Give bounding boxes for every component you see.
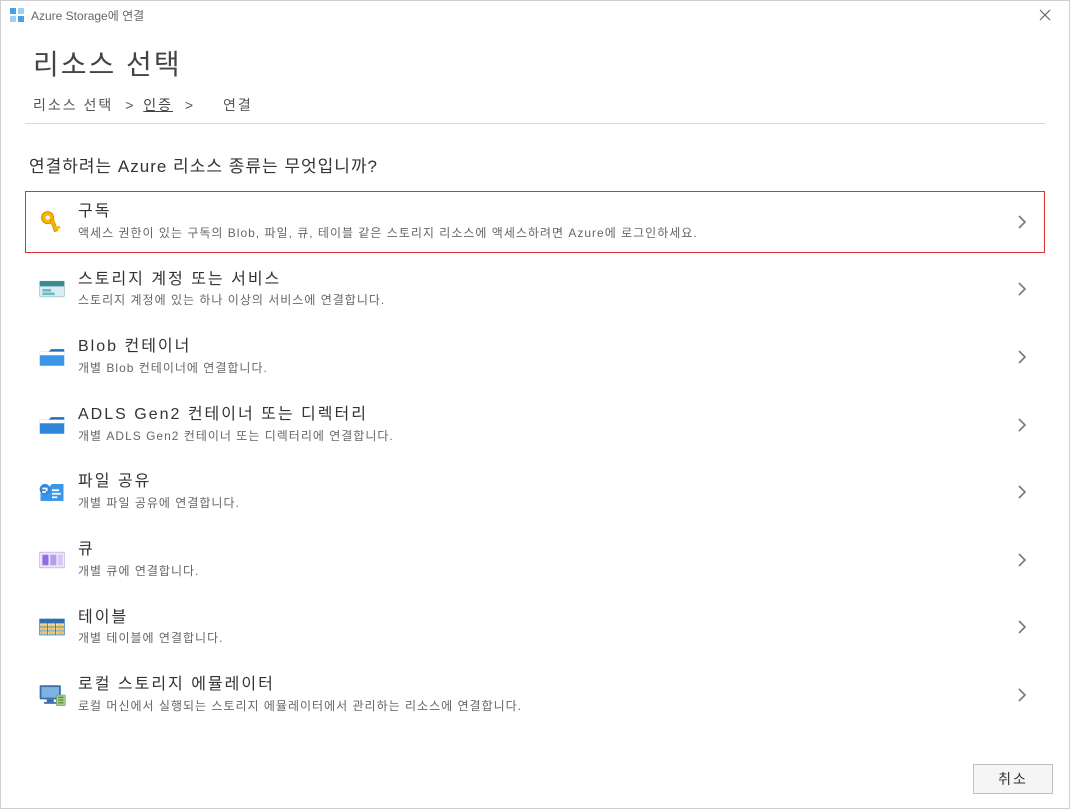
options-list: 구독액세스 권한이 있는 구독의 Blob, 파일, 큐, 테이블 같은 스토리… [25,191,1045,742]
chevron-right-icon [1010,619,1034,635]
breadcrumb-step-resource: 리소스 선택 [33,97,113,113]
dialog-window: Azure Storage에 연결 리소스 선택 리소스 선택 > 인증 > 연… [0,0,1070,809]
footer: 취소 [1,754,1069,808]
breadcrumb: 리소스 선택 > 인증 > 연결 [25,89,1045,124]
option-title: Blob 컨테이너 [78,337,1010,358]
window-title: Azure Storage에 연결 [31,7,144,24]
key-icon [32,205,72,239]
chevron-right-icon [1010,484,1034,500]
option-text: 테이블개별 테이블에 연결합니다. [78,608,1010,648]
option-text: 로컬 스토리지 에뮬레이터로컬 머신에서 실행되는 스토리지 에뮬레이터에서 관… [78,675,1010,715]
option-title: 구독 [78,202,1010,223]
option-adls-gen2[interactable]: ADLS Gen2 컨테이너 또는 디렉터리개별 ADLS Gen2 컨테이너 … [25,394,1045,456]
breadcrumb-sep: > [185,97,195,113]
cancel-button[interactable]: 취소 [973,764,1053,794]
content-area: 리소스 선택 리소스 선택 > 인증 > 연결 연결하려는 Azure 리소스 … [1,29,1069,754]
option-desc: 개별 큐에 연결합니다. [78,563,1010,580]
option-desc: 개별 테이블에 연결합니다. [78,630,1010,647]
close-icon[interactable] [1029,1,1061,29]
file-share-icon [32,475,72,509]
option-file-share[interactable]: 파일 공유개별 파일 공유에 연결합니다. [25,461,1045,523]
page-title: 리소스 선택 [33,43,1045,83]
table-icon [32,610,72,644]
option-title: 테이블 [78,608,1010,629]
option-text: 구독액세스 권한이 있는 구독의 Blob, 파일, 큐, 테이블 같은 스토리… [78,202,1010,242]
folder-adls-icon [32,408,72,442]
option-desc: 개별 파일 공유에 연결합니다. [78,495,1010,512]
option-text: Blob 컨테이너개별 Blob 컨테이너에 연결합니다. [78,337,1010,377]
option-title: ADLS Gen2 컨테이너 또는 디렉터리 [78,405,1010,426]
option-desc: 액세스 권한이 있는 구독의 Blob, 파일, 큐, 테이블 같은 스토리지 … [78,225,1010,242]
option-blob-container[interactable]: Blob 컨테이너개별 Blob 컨테이너에 연결합니다. [25,326,1045,388]
option-desc: 개별 ADLS Gen2 컨테이너 또는 디렉터리에 연결합니다. [78,428,1010,445]
monitor-icon [32,678,72,712]
folder-blue-icon [32,340,72,374]
chevron-right-icon [1010,349,1034,365]
storage-icon [32,272,72,306]
option-desc: 스토리지 계정에 있는 하나 이상의 서비스에 연결합니다. [78,292,1010,309]
chevron-right-icon [1010,687,1034,703]
chevron-right-icon [1010,214,1034,230]
chevron-right-icon [1010,281,1034,297]
option-text: 파일 공유개별 파일 공유에 연결합니다. [78,472,1010,512]
option-text: 큐개별 큐에 연결합니다. [78,540,1010,580]
option-desc: 로컬 머신에서 실행되는 스토리지 에뮬레이터에서 관리하는 리소스에 연결합니… [78,698,1010,715]
breadcrumb-sep: > [125,97,135,113]
section-question: 연결하려는 Azure 리소스 종류는 무엇입니까? [29,152,1045,177]
option-title: 큐 [78,540,1010,561]
option-queue[interactable]: 큐개별 큐에 연결합니다. [25,529,1045,591]
option-text: 스토리지 계정 또는 서비스스토리지 계정에 있는 하나 이상의 서비스에 연결… [78,270,1010,310]
option-table[interactable]: 테이블개별 테이블에 연결합니다. [25,597,1045,659]
option-local-emulator[interactable]: 로컬 스토리지 에뮬레이터로컬 머신에서 실행되는 스토리지 에뮬레이터에서 관… [25,664,1045,726]
option-subscription[interactable]: 구독액세스 권한이 있는 구독의 Blob, 파일, 큐, 테이블 같은 스토리… [25,191,1045,253]
queue-icon [32,543,72,577]
option-title: 파일 공유 [78,472,1010,493]
breadcrumb-step-connect: 연결 [223,97,253,113]
option-desc: 개별 Blob 컨테이너에 연결합니다. [78,360,1010,377]
option-title: 로컬 스토리지 에뮬레이터 [78,675,1010,696]
option-text: ADLS Gen2 컨테이너 또는 디렉터리개별 ADLS Gen2 컨테이너 … [78,405,1010,445]
breadcrumb-step-auth[interactable]: 인증 [143,97,173,113]
option-storage-account[interactable]: 스토리지 계정 또는 서비스스토리지 계정에 있는 하나 이상의 서비스에 연결… [25,259,1045,321]
chevron-right-icon [1010,417,1034,433]
title-bar: Azure Storage에 연결 [1,1,1069,29]
option-title: 스토리지 계정 또는 서비스 [78,270,1010,291]
chevron-right-icon [1010,552,1034,568]
app-icon [9,7,25,23]
